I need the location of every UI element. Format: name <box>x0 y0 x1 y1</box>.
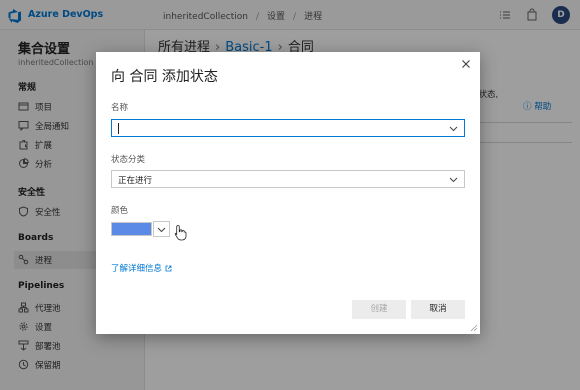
learn-more-link[interactable]: 了解详细信息 <box>111 262 172 274</box>
state-category-label: 状态分类 <box>111 155 146 165</box>
learn-more-label: 了解详细信息 <box>111 264 163 274</box>
resize-grip-icon[interactable] <box>469 323 478 332</box>
color-picker-dropdown[interactable] <box>153 221 170 237</box>
color-swatch[interactable] <box>111 222 152 236</box>
state-category-value: 正在进行 <box>118 176 153 186</box>
text-caret <box>118 123 119 134</box>
cancel-button[interactable]: 取消 <box>411 300 465 319</box>
dialog-title: 向 合同 添加状态 <box>111 69 218 85</box>
add-state-dialog: 向 合同 添加状态 名称 状态分类 正在进行 颜色 了解详细信息 创建 取消 <box>96 52 480 334</box>
state-category-select[interactable]: 正在进行 <box>111 170 465 188</box>
chevron-down-icon <box>157 227 166 233</box>
create-button[interactable]: 创建 <box>352 300 406 319</box>
hand-cursor-icon <box>174 225 187 241</box>
chevron-down-icon[interactable] <box>449 176 458 183</box>
close-icon[interactable] <box>458 56 474 72</box>
name-label: 名称 <box>111 103 129 113</box>
external-link-icon <box>165 265 172 272</box>
name-input[interactable] <box>111 119 465 137</box>
chevron-down-icon[interactable] <box>449 125 458 132</box>
color-label: 颜色 <box>111 206 129 216</box>
